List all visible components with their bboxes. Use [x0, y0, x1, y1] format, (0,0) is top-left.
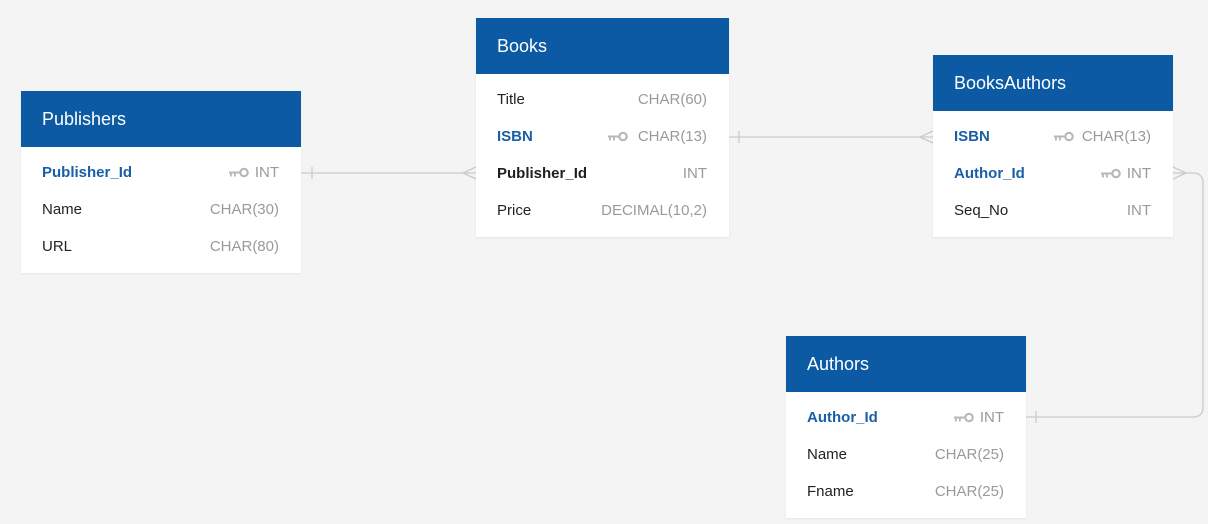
table-header[interactable]: Authors	[786, 336, 1026, 392]
column-type: INT	[1126, 202, 1151, 219]
column-type: CHAR(25)	[934, 483, 1004, 500]
crows-foot-marker	[461, 166, 477, 180]
crows-foot-marker	[1172, 166, 1188, 180]
column-name: Seq_No	[954, 202, 1009, 219]
column-row[interactable]: Author_Id INT	[933, 155, 1173, 192]
column-type: INT	[254, 164, 279, 181]
table-header[interactable]: Publishers	[21, 91, 301, 147]
table-header[interactable]: BooksAuthors	[933, 55, 1173, 111]
column-type: INT	[1126, 165, 1151, 182]
column-name: Price	[497, 202, 532, 219]
table-authors[interactable]: Authors Author_Id INT Name CHAR(25) Fnam…	[786, 336, 1026, 518]
column-type: CHAR(25)	[934, 446, 1004, 463]
table-publishers[interactable]: Publishers Publisher_Id INT Name CHAR(30…	[21, 91, 301, 273]
column-row[interactable]: Name CHAR(30)	[21, 191, 301, 228]
table-title: BooksAuthors	[954, 72, 1067, 93]
column-row[interactable]: URL CHAR(80)	[21, 228, 301, 265]
column-type: CHAR(30)	[209, 201, 279, 218]
column-type: DECIMAL(10,2)	[601, 202, 707, 219]
column-type: INT	[682, 165, 707, 182]
table-columns: Author_Id INT Name CHAR(25) Fname CHAR(2…	[786, 392, 1026, 518]
column-row[interactable]: Title CHAR(60)	[476, 81, 729, 118]
primary-key-icon	[606, 131, 630, 143]
column-name: ISBN	[954, 128, 990, 145]
column-name: Publisher_Id	[497, 165, 588, 182]
column-type: CHAR(13)	[1081, 128, 1151, 145]
table-columns: ISBN CHAR(13) Author_Id INT Seq_No INT	[933, 111, 1173, 237]
column-row[interactable]: ISBN CHAR(13)	[933, 118, 1173, 155]
column-name: Name	[42, 201, 83, 218]
column-type: INT	[979, 409, 1004, 426]
crows-foot-marker	[918, 130, 934, 144]
table-books-authors[interactable]: BooksAuthors ISBN CHAR(13) Author_Id INT…	[933, 55, 1173, 237]
column-row[interactable]: Publisher_Id INT	[476, 155, 729, 192]
column-name: Fname	[807, 483, 854, 500]
column-name: URL	[42, 238, 73, 255]
column-name: Author_Id	[954, 165, 1025, 182]
column-name: Name	[807, 446, 848, 463]
column-row[interactable]: Publisher_Id INT	[21, 154, 301, 191]
primary-key-icon	[952, 412, 976, 424]
table-title: Books	[497, 35, 548, 56]
column-row[interactable]: Fname CHAR(25)	[786, 473, 1026, 510]
primary-key-icon	[1052, 131, 1076, 143]
table-title: Publishers	[42, 108, 127, 129]
column-name: Title	[497, 91, 525, 108]
column-row[interactable]: Name CHAR(25)	[786, 436, 1026, 473]
column-row[interactable]: Author_Id INT	[786, 399, 1026, 436]
er-diagram-canvas: Publishers Publisher_Id INT Name CHAR(30…	[0, 0, 1208, 524]
column-name: ISBN	[497, 128, 533, 145]
table-header[interactable]: Books	[476, 18, 729, 74]
column-type: CHAR(80)	[209, 238, 279, 255]
column-row[interactable]: ISBN CHAR(13)	[476, 118, 729, 155]
column-row[interactable]: Price DECIMAL(10,2)	[476, 192, 729, 229]
primary-key-icon	[227, 167, 251, 179]
table-books[interactable]: Books Title CHAR(60) ISBN CHAR(13) Publi…	[476, 18, 729, 237]
table-columns: Publisher_Id INT Name CHAR(30) URL CHAR(…	[21, 147, 301, 273]
primary-key-icon	[1099, 168, 1123, 180]
table-title: Authors	[807, 353, 870, 374]
column-row[interactable]: Seq_No INT	[933, 192, 1173, 229]
column-name: Publisher_Id	[42, 164, 133, 181]
column-type: CHAR(13)	[637, 128, 707, 145]
column-name: Author_Id	[807, 409, 878, 426]
column-type: CHAR(60)	[637, 91, 707, 108]
table-columns: Title CHAR(60) ISBN CHAR(13) Publisher_I…	[476, 74, 729, 237]
